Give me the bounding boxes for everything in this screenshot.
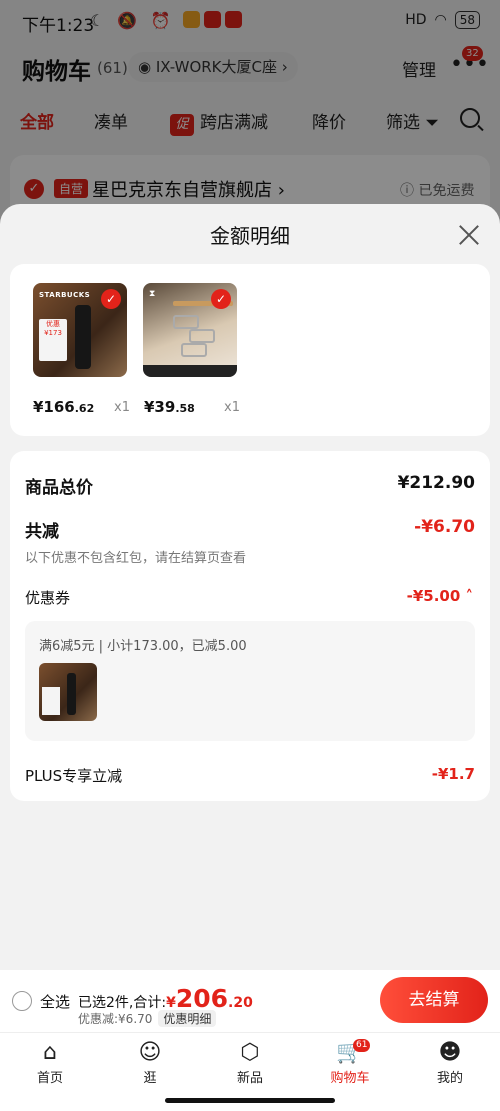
thumbnail-brand: STARBUCKS xyxy=(39,291,91,299)
selected-summary: 已选2件,合计:¥206.20 xyxy=(78,984,253,1013)
product-summary-card: STARBUCKS 优惠 ¥173 ✓ ⧗ ✓ ¥166.62 x1 ¥39.58… xyxy=(10,264,490,436)
select-all-label[interactable]: 全选 xyxy=(40,991,70,1012)
total-label: 商品总价 xyxy=(25,478,93,498)
thumbnail-banner xyxy=(143,365,237,377)
coupon-description: 满6减5元 | 小计173.00，已减5.00 xyxy=(39,639,247,654)
cube-icon: ⬡ xyxy=(240,1040,260,1065)
user-icon: ☻ xyxy=(438,1040,462,1065)
bottle-image xyxy=(75,305,91,369)
selected-check-icon[interactable]: ✓ xyxy=(101,289,121,309)
selected-count-text: 已选2件,合计: xyxy=(78,995,167,1011)
home-icon: ⌂ xyxy=(43,1040,57,1065)
clip-image xyxy=(189,329,215,343)
total-currency: ¥ xyxy=(166,995,176,1011)
total-amount: ¥206.20 xyxy=(166,984,253,1013)
bottle-image xyxy=(67,673,76,715)
product-thumbnail[interactable]: ⧗ ✓ xyxy=(143,283,237,377)
nav-label: 首页 xyxy=(36,1071,63,1086)
coupon-label: 优惠券 xyxy=(25,589,71,607)
amount-detail-sheet: 金额明细 STARBUCKS 优惠 ¥173 ✓ ⧗ ✓ ¥166.62 x1 ¥… xyxy=(0,204,500,970)
clip-image xyxy=(173,315,199,329)
nav-new[interactable]: ⬡ 新品 xyxy=(215,1039,285,1086)
plus-discount-label: PLUS专享立减 xyxy=(25,767,123,785)
cart-badge: 61 xyxy=(353,1039,371,1052)
nav-cart[interactable]: 🛒 61 购物车 xyxy=(315,1039,385,1086)
discount-detail-button[interactable]: 优惠明细 xyxy=(158,1010,217,1027)
sheet-title: 金额明细 xyxy=(210,224,290,248)
nav-label: 我的 xyxy=(436,1071,463,1086)
close-icon[interactable] xyxy=(456,222,482,248)
plus-discount-value: -¥1.7 xyxy=(431,765,475,783)
coupon-detail-box: 满6减5元 | 小计173.00，已减5.00 xyxy=(25,621,475,741)
reduce-value: -¥6.70 xyxy=(414,517,475,537)
coupon-toggle[interactable]: -¥5.00 ˄ xyxy=(407,587,473,605)
product-price: ¥166.62 xyxy=(33,398,94,416)
nav-label: 新品 xyxy=(236,1071,263,1086)
reduce-label: 共减 xyxy=(25,522,59,542)
nav-home[interactable]: ⌂ 首页 xyxy=(15,1039,85,1086)
checkout-button[interactable]: 去结算 xyxy=(380,977,488,1023)
select-all-radio[interactable] xyxy=(12,991,32,1011)
product-price: ¥39.58 xyxy=(144,398,195,416)
hourglass-logo-icon: ⧗ xyxy=(149,289,156,299)
nav-label: 购物车 xyxy=(330,1071,370,1086)
discount-text: 优惠减:¥6.70 xyxy=(78,1012,153,1026)
discount-hint: 以下优惠不包含红包，请在结算页查看 xyxy=(25,551,247,566)
total-decimal: .20 xyxy=(228,995,253,1011)
coupon-product-thumbnail[interactable] xyxy=(39,663,97,721)
checkout-bar: 全选 已选2件,合计:¥206.20 优惠减:¥6.70 优惠明细 去结算 xyxy=(0,970,500,1032)
price-decimal: .62 xyxy=(74,402,95,415)
price-decimal: .58 xyxy=(175,402,195,415)
nav-explore[interactable]: ☺ 逛 xyxy=(115,1039,185,1086)
price-breakdown-card: 商品总价 ¥212.90 共减 -¥6.70 以下优惠不包含红包，请在结算页查看… xyxy=(10,451,490,801)
product-quantity: x1 xyxy=(114,400,130,415)
price-integer: ¥39 xyxy=(144,398,176,416)
explore-icon: ☺ xyxy=(138,1040,162,1065)
nav-profile[interactable]: ☻ 我的 xyxy=(415,1039,485,1086)
product-thumbnail[interactable]: STARBUCKS 优惠 ¥173 ✓ xyxy=(33,283,127,377)
cart-icon: 🛒 xyxy=(336,1040,364,1065)
selected-check-icon[interactable]: ✓ xyxy=(211,289,231,309)
clip-image xyxy=(181,343,207,357)
price-tag-image xyxy=(42,687,60,715)
total-value: ¥212.90 xyxy=(397,473,475,493)
home-indicator xyxy=(165,1098,335,1103)
total-integer: 206 xyxy=(175,984,229,1013)
price-integer: ¥166 xyxy=(33,398,75,416)
product-quantity: x1 xyxy=(224,400,240,415)
nav-label: 逛 xyxy=(143,1071,157,1086)
discount-line: 优惠减:¥6.70 优惠明细 xyxy=(78,1010,217,1027)
price-tag-image: 优惠 ¥173 xyxy=(39,319,67,361)
